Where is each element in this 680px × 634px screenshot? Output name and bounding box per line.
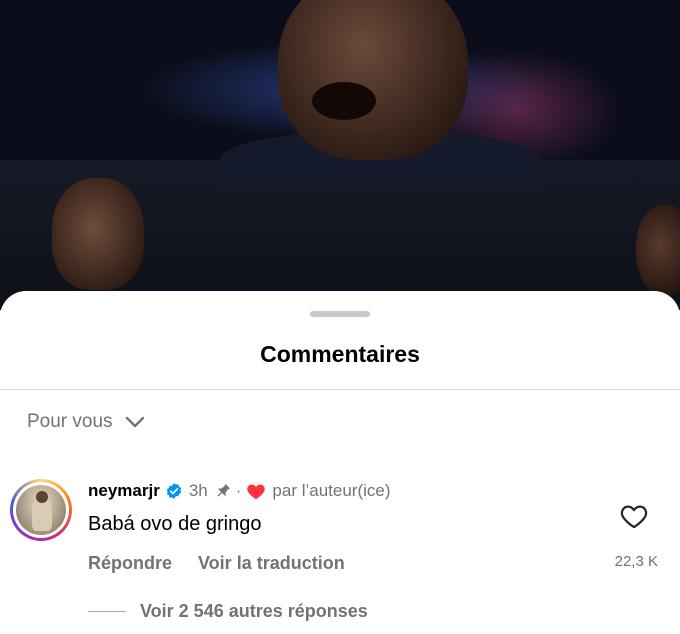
- comment-actions: Répondre Voir la traduction: [88, 553, 345, 574]
- separator-dot: ·: [235, 481, 242, 500]
- chevron-down-icon: [125, 416, 144, 428]
- comments-filter-dropdown[interactable]: Pour vous: [27, 411, 145, 433]
- comment-text: Babá ovo de gringo: [88, 513, 262, 535]
- sheet-drag-handle[interactable]: [310, 311, 370, 317]
- like-count: 22,3 K: [614, 553, 658, 570]
- verified-badge-icon: [166, 483, 181, 499]
- see-translation-button[interactable]: Voir la traduction: [198, 553, 345, 574]
- comment-time: 3h: [188, 481, 208, 500]
- heart-filled-icon: [247, 484, 266, 500]
- view-replies-button[interactable]: Voir 2 546 autres réponses: [88, 601, 368, 622]
- replies-line: [88, 611, 126, 612]
- comment-header: neymarjr 3h · par l’auteur(ice): [88, 481, 391, 501]
- sheet-title: Commentaires: [260, 341, 420, 367]
- comment-item: neymarjr 3h · par l’auteur(ice) Babá ovo: [0, 471, 680, 591]
- comment-username[interactable]: neymarjr: [88, 481, 160, 501]
- heart-outline-icon[interactable]: [620, 503, 648, 529]
- reply-button[interactable]: Répondre: [88, 553, 172, 574]
- comments-sheet: Commentaires Pour vous neymarjr 3h · par…: [0, 291, 680, 634]
- filter-label: Pour vous: [27, 411, 113, 432]
- divider: [0, 389, 680, 390]
- view-replies-label: Voir 2 546 autres réponses: [140, 601, 368, 621]
- liked-by-author-label: par l’auteur(ice): [272, 481, 391, 500]
- avatar[interactable]: [10, 479, 72, 541]
- background-video-frame: [0, 0, 680, 310]
- pin-icon: [217, 484, 230, 497]
